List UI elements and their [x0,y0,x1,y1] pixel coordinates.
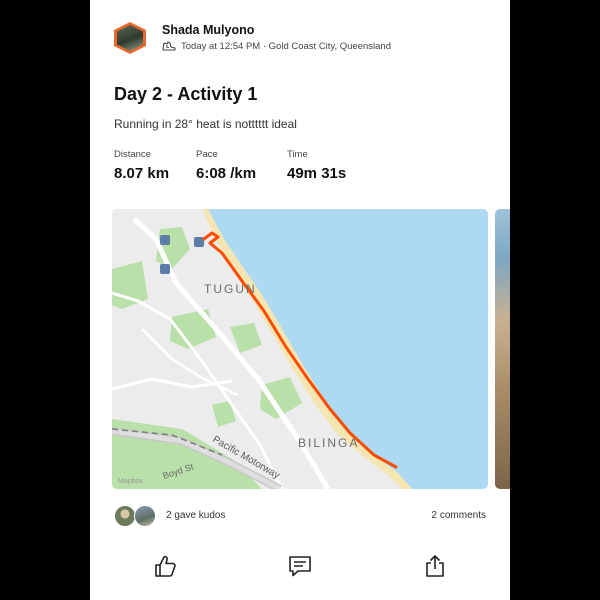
share-icon[interactable] [422,553,448,579]
station-icon [194,237,204,247]
kudos-avatars[interactable] [114,505,160,527]
kudos-count[interactable]: 2 gave kudos [166,510,226,521]
comment-icon[interactable] [287,553,313,579]
kudos-avatar [134,505,156,527]
activity-card: Shada Mulyono Today at 12:54 PM · Gold C… [90,0,510,600]
comments-count[interactable]: 2 comments [432,510,486,521]
activity-header: Shada Mulyono Today at 12:54 PM · Gold C… [114,20,494,58]
stat-pace-value: 6:08 /km [196,165,257,182]
map-attribution: Mapbox [118,478,143,485]
map-label-bilinga: BILINGA [298,436,359,450]
stat-time-value: 49m 31s [287,165,347,182]
athlete-name[interactable]: Shada Mulyono [162,23,254,37]
athlete-avatar[interactable] [114,22,146,54]
action-bar [90,548,510,584]
route-map[interactable]: TUGUN BILINGA Pacific Motorway Boyd St M… [112,209,488,489]
activity-title[interactable]: Day 2 - Activity 1 [114,84,257,105]
stat-pace: Pace 6:08 /km [196,149,256,182]
thumbs-up-icon[interactable] [152,553,178,579]
map-label-tugun: TUGUN [204,282,257,296]
social-summary: 2 gave kudos 2 comments [114,504,494,530]
activity-meta-text: Today at 12:54 PM · Gold Coast City, Que… [181,41,391,52]
activity-stats: Distance 8.07 km Pace 6:08 /km Time 49m … [114,149,494,189]
stat-pace-label: Pace [196,149,218,160]
stat-distance-value: 8.07 km [114,165,170,182]
kudos-avatar [114,505,136,527]
stat-time-label: Time [287,149,308,160]
activity-description: Running in 28° heat is notttttt ideal [114,117,297,131]
station-icon [160,264,170,274]
station-icon [160,235,170,245]
stat-distance: Distance 8.07 km [114,149,169,182]
route-map-svg: TUGUN BILINGA Pacific Motorway Boyd St M… [112,209,488,489]
running-shoe-icon [162,41,176,51]
stat-time: Time 49m 31s [287,149,346,182]
activity-photo-thumbnail[interactable] [495,209,510,489]
activity-meta: Today at 12:54 PM · Gold Coast City, Que… [162,41,391,52]
stat-distance-label: Distance [114,149,151,160]
